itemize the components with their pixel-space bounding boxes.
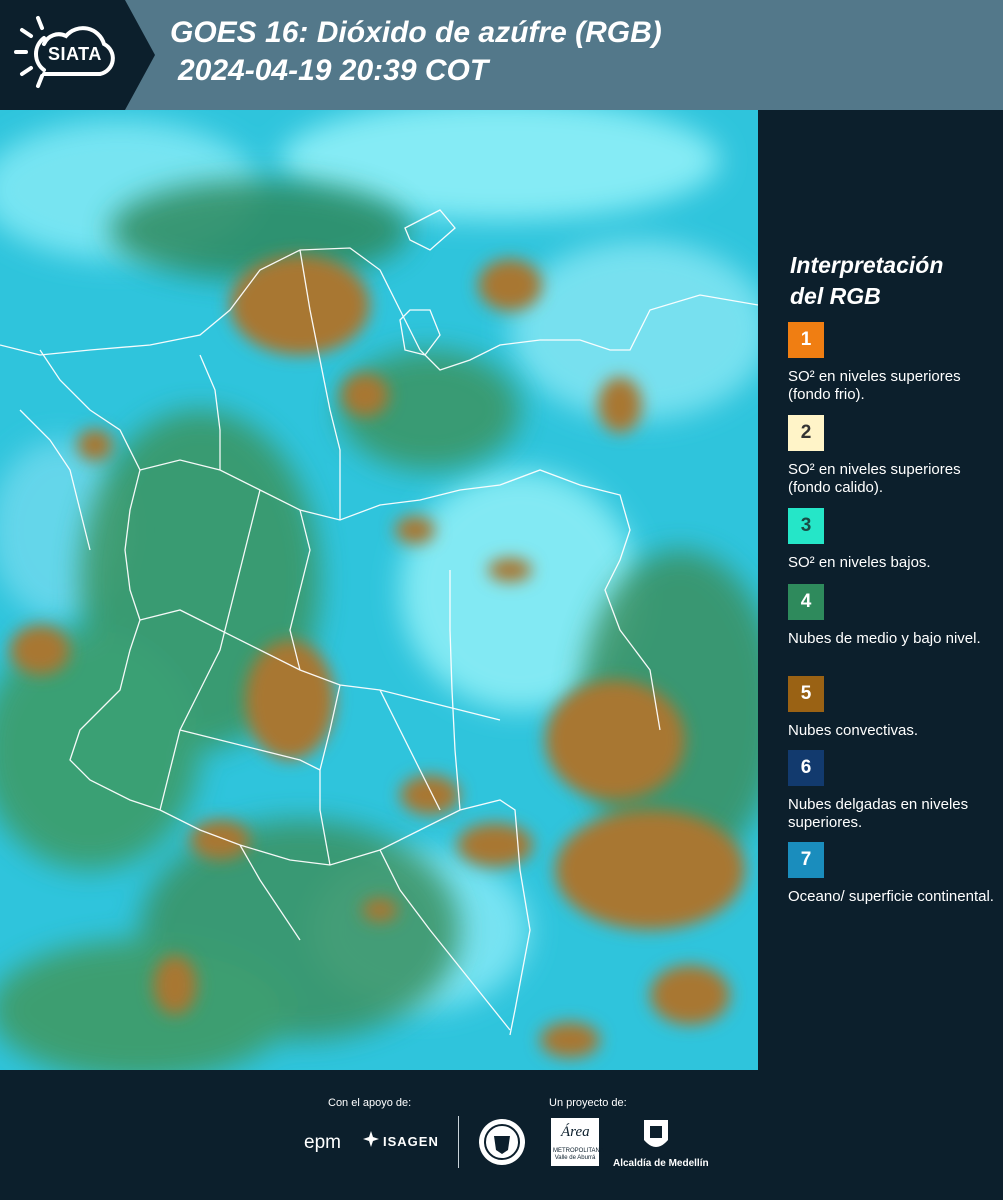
legend-item-2: 2 SO² en niveles superiores (fondo calido… xyxy=(788,415,998,497)
epm-logo: epm xyxy=(304,1132,341,1153)
legend-swatch: 3 xyxy=(788,508,824,544)
isagen-logo: ISAGEN xyxy=(383,1134,439,1149)
legend-panel: Interpretación del RGB 1 SO² en niveles s… xyxy=(758,110,1003,1070)
medellin-seal-icon xyxy=(478,1118,526,1166)
title-line-1: GOES 16: Dióxido de azúfre (RGB) xyxy=(170,16,662,49)
footer-divider xyxy=(458,1116,459,1168)
satellite-map xyxy=(0,110,758,1070)
footer: Con el apoyo de: Un proyecto de: epm ISA… xyxy=(0,1070,1003,1200)
legend-swatch: 2 xyxy=(788,415,824,451)
legend-item-5: 5 Nubes convectivas. xyxy=(788,676,998,740)
legend-item-7: 7 Oceano/ superficie continental. xyxy=(788,842,998,906)
legend-swatch: 7 xyxy=(788,842,824,878)
legend-label: SO² en niveles superiores (fondo calido)… xyxy=(788,461,961,496)
siata-logo: SIATA xyxy=(0,0,155,110)
alcaldia-shield-icon xyxy=(642,1118,670,1154)
legend-label: Nubes de medio y bajo nivel. xyxy=(788,630,981,647)
header-bar: SIATA GOES 16: Dióxido de azúfre (RGB) 2… xyxy=(0,0,1003,110)
support-label: Con el apoyo de: xyxy=(328,1097,412,1109)
siata-logo-text: SIATA xyxy=(48,44,102,64)
title-line-2: 2024-04-19 20:39 COT xyxy=(178,54,489,87)
legend-swatch: 5 xyxy=(788,676,824,712)
legend-swatch: 4 xyxy=(788,584,824,620)
satellite-image xyxy=(0,110,758,1070)
legend-label: Oceano/ superficie continental. xyxy=(788,888,994,905)
legend-title: Interpretación del RGB xyxy=(790,252,944,309)
alcaldia-label: Alcaldía de Medellín xyxy=(613,1158,709,1169)
area-metropolitana-logo: Área METROPOLITANA Valle de Aburrá xyxy=(551,1118,604,1166)
legend-item-6: 6 Nubes delgadas en niveles superiores. xyxy=(788,750,998,832)
legend-swatch: 6 xyxy=(788,750,824,786)
isagen-icon xyxy=(362,1130,380,1148)
legend-item-1: 1 SO² en niveles superiores (fondo frio). xyxy=(788,322,998,404)
page-title: GOES 16: Dióxido de azúfre (RGB) 2024-04… xyxy=(170,14,662,90)
legend-label: Nubes delgadas en niveles superiores. xyxy=(788,796,969,831)
legend-label: SO² en niveles bajos. xyxy=(788,554,931,571)
legend-item-3: 3 SO² en niveles bajos. xyxy=(788,508,998,572)
legend-label: SO² en niveles superiores (fondo frio). xyxy=(788,368,961,403)
project-label: Un proyecto de: xyxy=(549,1097,627,1109)
legend-swatch: 1 xyxy=(788,322,824,358)
legend-label: Nubes convectivas. xyxy=(788,722,919,739)
legend-item-4: 4 Nubes de medio y bajo nivel. xyxy=(788,584,998,648)
